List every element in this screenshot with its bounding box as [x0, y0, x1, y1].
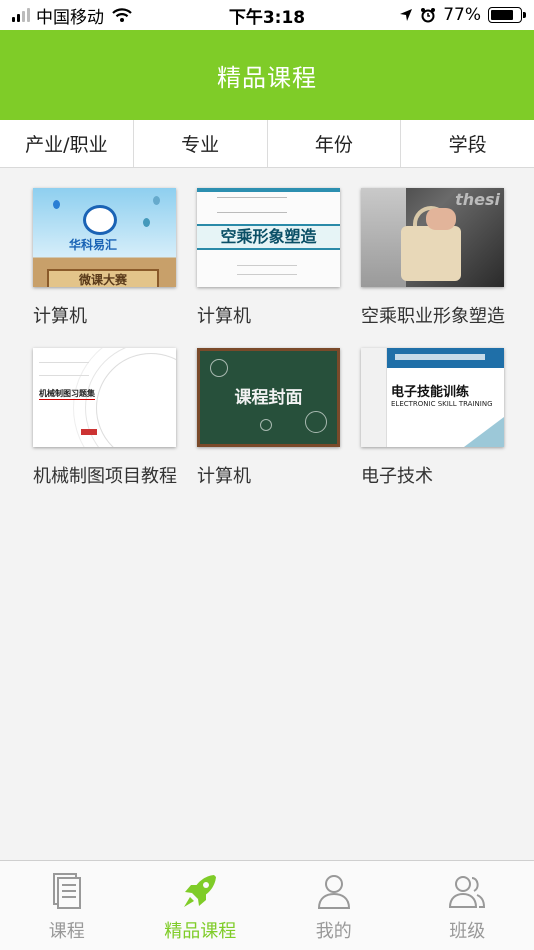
course-card[interactable]: 华科易汇 微课大赛 计算机 [33, 188, 176, 328]
course-title: 计算机 [197, 306, 251, 327]
page-title: 精品课程 [217, 63, 317, 92]
wifi-icon [112, 8, 132, 22]
cover-corner-decoration [464, 417, 504, 447]
cover-spine [361, 348, 387, 447]
course-grid: 华科易汇 微课大赛 计算机 空乘形象塑造 计算机 thesi 空乘职业形象塑造 … [33, 188, 505, 488]
course-title: 计算机 [33, 306, 87, 327]
balloon-decoration [143, 218, 150, 227]
course-cover: 课程封面 [197, 348, 340, 447]
chalk-doodle [210, 359, 228, 377]
cover-photo-arm [361, 188, 406, 287]
cover-topbar [197, 188, 340, 192]
tab-courses[interactable]: 课程 [0, 861, 134, 950]
course-card[interactable]: 课程封面 计算机 [197, 348, 340, 488]
filter-bar: 产业/职业 专业 年份 学段 [0, 120, 534, 168]
cover-heading: 课程封面 [234, 388, 303, 408]
signal-icon [12, 8, 30, 22]
tab-label: 班级 [449, 921, 486, 942]
cover-heading: 机械制图习题集 [39, 389, 95, 400]
filter-major[interactable]: 专业 [134, 120, 268, 167]
tab-class[interactable]: 班级 [401, 861, 534, 950]
cover-heading: 电子技能训练 [391, 385, 470, 400]
page-header: 精品课程 [0, 30, 534, 120]
chalk-doodle [305, 411, 327, 433]
user-icon [317, 875, 350, 909]
logo-icon [83, 205, 117, 235]
course-cover: 华科易汇 微课大赛 [33, 188, 176, 287]
alarm-icon [421, 8, 436, 23]
rocket-icon [184, 875, 217, 907]
course-title: 空乘职业形象塑造 [361, 306, 505, 327]
course-cover: 机械制图习题集 [33, 348, 176, 447]
course-cover: 空乘形象塑造 [197, 188, 340, 287]
chalk-doodle [260, 419, 272, 431]
course-card[interactable]: thesi 空乘职业形象塑造 [361, 188, 505, 328]
tab-label: 精品课程 [164, 921, 237, 942]
group-icon [449, 876, 486, 908]
carrier-name: 中国移动 [36, 7, 104, 28]
course-card[interactable]: 空乘形象塑造 计算机 [197, 188, 340, 328]
cover-photo-hand [426, 208, 456, 230]
battery-percent: 77% [443, 5, 481, 25]
course-card[interactable]: 机械制图习题集 机械制图项目教程 [33, 348, 177, 488]
cover-lines [395, 354, 485, 360]
filter-industry[interactable]: 产业/职业 [0, 120, 134, 167]
tab-label: 我的 [315, 921, 352, 942]
cover-lines [237, 265, 297, 275]
course-cover: 电子技能训练 ELECTRONIC SKILL TRAINING [361, 348, 504, 447]
battery-icon [488, 7, 526, 23]
cover-photo-text: thesi [455, 190, 500, 209]
location-arrow-icon [400, 9, 413, 21]
cover-lines [39, 362, 89, 376]
tab-featured-courses[interactable]: 精品课程 [134, 861, 268, 950]
course-cover: thesi [361, 188, 504, 287]
balloon-decoration [53, 200, 60, 209]
cover-board: 微课大赛 [47, 269, 159, 287]
document-icon [52, 873, 81, 909]
bottom-tab-bar: 课程 精品课程 我的 班级 [0, 860, 534, 950]
tab-mine[interactable]: 我的 [267, 861, 401, 950]
tab-label: 课程 [48, 921, 85, 942]
battery-level [491, 10, 513, 20]
cover-heading: 空乘形象塑造 [197, 224, 340, 250]
filter-year[interactable]: 年份 [268, 120, 402, 167]
course-card[interactable]: 电子技能训练 ELECTRONIC SKILL TRAINING 电子技术 [361, 348, 504, 488]
filter-stage[interactable]: 学段 [401, 120, 534, 167]
cover-lines [217, 197, 287, 213]
status-bar: 中国移动 下午3:18 77% [0, 0, 534, 30]
balloon-decoration [153, 196, 160, 205]
course-title: 计算机 [197, 466, 251, 487]
cover-brand: 华科易汇 [69, 238, 118, 252]
publisher-logo [81, 429, 97, 435]
handbag-image [401, 226, 461, 281]
course-title: 电子技术 [361, 466, 433, 487]
cover-subheading: ELECTRONIC SKILL TRAINING [391, 400, 493, 408]
course-title: 机械制图项目教程 [33, 466, 177, 487]
turbine-drawing [96, 353, 176, 447]
